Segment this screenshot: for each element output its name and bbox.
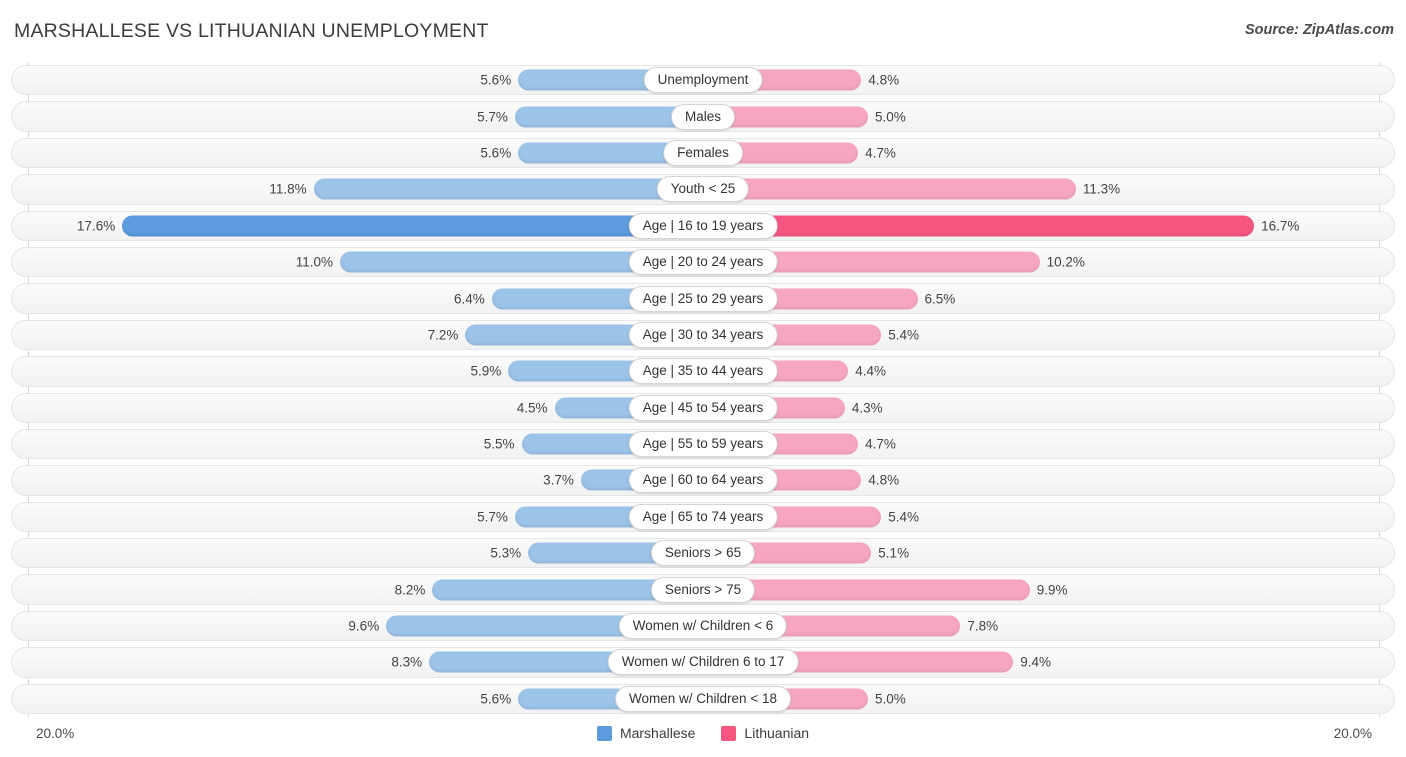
category-label: Age | 60 to 64 years <box>628 467 778 494</box>
value-label-marshallese: 17.6% <box>76 218 116 234</box>
value-label-marshallese: 5.6% <box>480 691 512 707</box>
category-label: Age | 35 to 44 years <box>628 358 778 385</box>
value-label-lithuanian: 4.4% <box>855 363 886 379</box>
value-label-lithuanian: 4.8% <box>868 472 900 488</box>
value-label-marshallese: 5.6% <box>480 72 512 88</box>
table-row[interactable]: 17.6% 16.7% Age | 16 to 19 years <box>0 208 1406 244</box>
table-row[interactable]: 5.7% 5.0% Males <box>0 98 1406 134</box>
bar-lithuanian <box>703 215 1255 237</box>
value-label-lithuanian: 10.2% <box>1046 254 1085 270</box>
chart-plot-area: 5.6% 4.8% Unemployment 5.7% 5.0% Males 5.6% 4.7… <box>0 62 1406 717</box>
value-label-lithuanian: 4.3% <box>851 400 883 416</box>
value-label-lithuanian: 5.1% <box>878 545 910 561</box>
value-label-marshallese: 5.7% <box>477 109 508 125</box>
category-label: Age | 45 to 54 years <box>628 394 778 421</box>
value-label-marshallese: 5.6% <box>480 145 512 161</box>
legend-item-marshallese[interactable]: Marshallese <box>596 725 696 741</box>
table-row[interactable]: 11.8% 11.3% Youth < 25 <box>0 171 1406 207</box>
value-label-lithuanian: 16.7% <box>1261 218 1300 234</box>
value-label-marshallese: 9.6% <box>348 618 380 634</box>
chart-legend: Marshallese Lithuanian <box>0 725 1406 741</box>
category-label: Age | 65 to 74 years <box>628 503 778 530</box>
legend-label: Lithuanian <box>744 725 810 741</box>
value-label-marshallese: 5.5% <box>483 436 515 452</box>
value-label-marshallese: 8.3% <box>391 654 423 670</box>
value-label-marshallese: 5.9% <box>470 363 502 379</box>
value-label-lithuanian: 4.7% <box>865 145 896 161</box>
value-label-lithuanian: 9.4% <box>1020 654 1051 670</box>
value-label-lithuanian: 11.3% <box>1082 181 1121 197</box>
table-row[interactable]: 9.6% 7.8% Women w/ Children < 6 <box>0 608 1406 644</box>
table-row[interactable]: 5.6% 4.7% Females <box>0 135 1406 171</box>
bar-lithuanian <box>703 178 1076 200</box>
bar-rows-container: 5.6% 4.8% Unemployment 5.7% 5.0% Males 5.6% 4.7… <box>0 62 1406 717</box>
category-label: Youth < 25 <box>656 176 750 203</box>
category-label: Seniors > 75 <box>650 576 756 603</box>
category-label: Women w/ Children < 6 <box>618 613 788 640</box>
value-label-lithuanian: 9.9% <box>1036 582 1068 598</box>
value-label-marshallese: 6.4% <box>454 291 485 307</box>
category-label: Age | 55 to 59 years <box>628 431 778 458</box>
value-label-marshallese: 3.7% <box>543 472 574 488</box>
value-label-marshallese: 7.2% <box>427 327 459 343</box>
value-label-lithuanian: 4.7% <box>865 436 896 452</box>
table-row[interactable]: 11.0% 10.2% Age | 20 to 24 years <box>0 244 1406 280</box>
value-label-marshallese: 5.3% <box>490 545 522 561</box>
value-label-marshallese: 11.0% <box>295 254 333 270</box>
table-row[interactable]: 6.4% 6.5% Age | 25 to 29 years <box>0 280 1406 316</box>
bar-marshallese <box>122 215 703 237</box>
category-label: Seniors > 65 <box>650 540 756 567</box>
category-label: Women w/ Children 6 to 17 <box>607 649 799 676</box>
table-row[interactable]: 5.3% 5.1% Seniors > 65 <box>0 535 1406 571</box>
value-label-marshallese: 8.2% <box>394 582 426 598</box>
legend-swatch-icon <box>721 725 737 741</box>
table-row[interactable]: 5.9% 4.4% Age | 35 to 44 years <box>0 353 1406 389</box>
category-label: Unemployment <box>643 67 763 94</box>
value-label-marshallese: 4.5% <box>516 400 548 416</box>
value-label-lithuanian: 5.4% <box>888 509 919 525</box>
table-row[interactable]: 8.2% 9.9% Seniors > 75 <box>0 571 1406 607</box>
category-label: Females <box>663 139 743 166</box>
value-label-lithuanian: 5.0% <box>875 691 906 707</box>
value-label-marshallese: 5.7% <box>477 509 508 525</box>
chart-footer: 20.0% 20.0% Marshallese Lithuanian <box>0 717 1406 757</box>
legend-swatch-icon <box>596 725 612 741</box>
legend-label: Marshallese <box>619 725 696 741</box>
category-label: Age | 20 to 24 years <box>628 249 778 276</box>
category-label: Age | 25 to 29 years <box>628 285 778 312</box>
category-label: Age | 30 to 34 years <box>628 321 778 348</box>
table-row[interactable]: 4.5% 4.3% Age | 45 to 54 years <box>0 390 1406 426</box>
table-row[interactable]: 5.7% 5.4% Age | 65 to 74 years <box>0 499 1406 535</box>
page-title: MARSHALLESE VS LITHUANIAN UNEMPLOYMENT <box>14 20 489 42</box>
source-attribution: Source: ZipAtlas.com <box>1244 22 1394 38</box>
table-row[interactable]: 5.6% 5.0% Women w/ Children < 18 <box>0 681 1406 717</box>
table-row[interactable]: 7.2% 5.4% Age | 30 to 34 years <box>0 317 1406 353</box>
value-label-lithuanian: 5.4% <box>888 327 919 343</box>
category-label: Males <box>670 103 736 130</box>
value-label-lithuanian: 7.8% <box>967 618 999 634</box>
bar-marshallese <box>313 178 703 200</box>
table-row[interactable]: 5.5% 4.7% Age | 55 to 59 years <box>0 426 1406 462</box>
legend-item-lithuanian[interactable]: Lithuanian <box>721 725 809 741</box>
category-label: Women w/ Children < 18 <box>615 685 791 712</box>
table-row[interactable]: 3.7% 4.8% Age | 60 to 64 years <box>0 462 1406 498</box>
value-label-lithuanian: 6.5% <box>924 291 956 307</box>
value-label-lithuanian: 5.0% <box>875 109 906 125</box>
value-label-lithuanian: 4.8% <box>868 72 900 88</box>
chart-header: MARSHALLESE VS LITHUANIAN UNEMPLOYMENT S… <box>0 0 1406 62</box>
value-label-marshallese: 11.8% <box>269 181 307 197</box>
category-label: Age | 16 to 19 years <box>628 212 778 239</box>
table-row[interactable]: 8.3% 9.4% Women w/ Children 6 to 17 <box>0 644 1406 680</box>
table-row[interactable]: 5.6% 4.8% Unemployment <box>0 62 1406 98</box>
